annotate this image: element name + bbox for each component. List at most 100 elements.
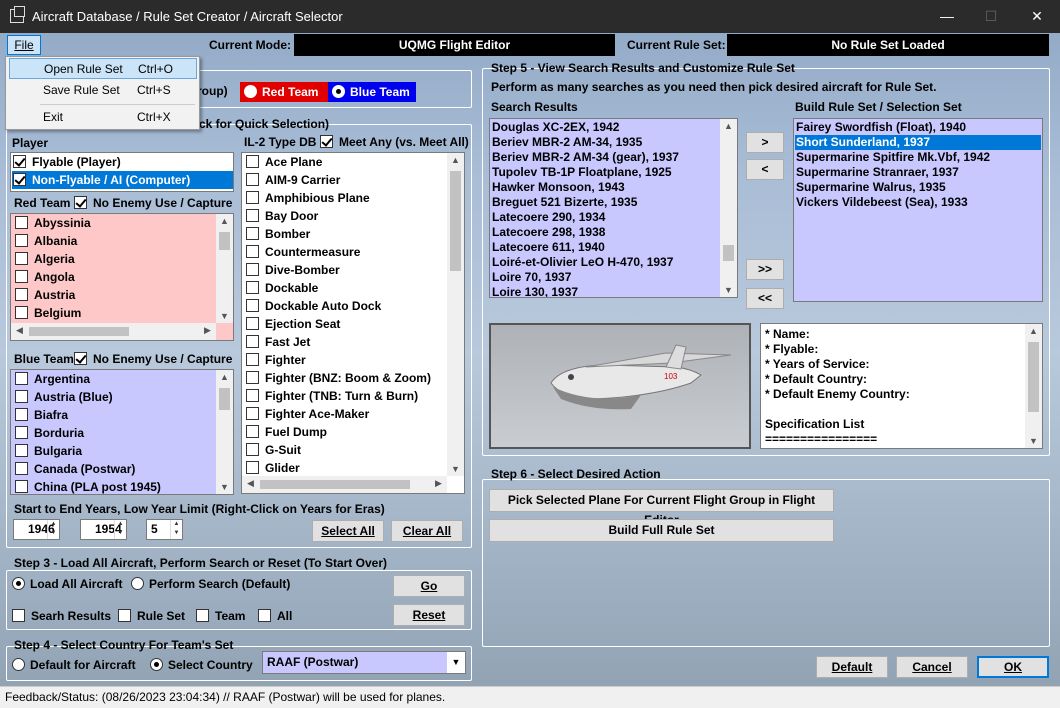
list-item[interactable]: Countermeasure (246, 243, 360, 261)
list-item[interactable]: Tupolev TB-1P Floatplane, 1925 (492, 165, 672, 180)
list-item[interactable]: Amphibious Plane (246, 189, 370, 207)
menu-item-open-rule-set[interactable]: Open Rule Set Ctrl+O (9, 58, 197, 79)
list-item[interactable]: Fighter (TNB: Turn & Burn) (246, 387, 418, 405)
meet-any-checkbox[interactable]: Meet Any (vs. Meet All) (320, 135, 469, 149)
list-item[interactable]: Bay Door (246, 207, 318, 225)
list-item[interactable]: Angola (15, 268, 75, 286)
year-limit-spinner[interactable]: 5 ▲ ▼ (146, 519, 183, 540)
list-item[interactable]: Dockable Auto Dock (246, 297, 381, 315)
rule-set-checkbox[interactable]: Rule Set (118, 609, 185, 623)
list-item[interactable]: Albania (15, 232, 77, 250)
list-item[interactable]: Austria (15, 286, 75, 304)
list-item[interactable]: Breguet 521 Bizerte, 1935 (492, 195, 637, 210)
list-item[interactable]: Borduria (15, 424, 84, 442)
close-button[interactable]: ✕ (1014, 0, 1060, 33)
search-results-list[interactable]: Douglas XC-2EX, 1942 Beriev MBR-2 AM-34,… (489, 118, 738, 298)
list-item[interactable]: AIM-9 Carrier (246, 171, 340, 189)
select-all-button[interactable]: Select All (312, 520, 384, 542)
list-item[interactable]: Algeria (15, 250, 75, 268)
list-item[interactable]: Canada (Postwar) (15, 460, 135, 478)
maximize-button[interactable]: ☐ (968, 0, 1014, 33)
list-item[interactable]: Hawker Monsoon, 1943 (492, 180, 625, 195)
list-item[interactable]: Loire 130, 1937 (492, 285, 578, 297)
search-results-checkbox[interactable]: Searh Results (12, 609, 111, 623)
build-rule-set-button[interactable]: Build Full Rule Set (489, 519, 834, 542)
list-item[interactable]: Loiré-et-Olivier LeO H-470, 1937 (492, 255, 673, 270)
list-item[interactable]: Ejection Seat (246, 315, 340, 333)
list-item[interactable]: Supermarine Stranraer, 1937 (796, 165, 959, 180)
list-item[interactable]: Abyssinia (15, 214, 91, 232)
player-item-ai[interactable]: Non-Flyable / AI (Computer) (12, 171, 233, 189)
menu-file[interactable]: File (7, 35, 41, 55)
list-item[interactable]: Beriev MBR-2 AM-34, 1935 (492, 135, 642, 150)
menu-item-exit[interactable]: Exit Ctrl+X (9, 107, 197, 128)
list-item[interactable]: Latecoere 611, 1940 (492, 240, 605, 255)
list-item[interactable]: Supermarine Spitfire Mk.Vbf, 1942 (796, 150, 990, 165)
list-item[interactable]: Fighter (246, 351, 306, 369)
list-item[interactable]: Fuel Dump (246, 423, 327, 441)
list-item[interactable]: Austria (Blue) (15, 388, 113, 406)
add-all-button[interactable]: >> (746, 259, 784, 280)
list-item[interactable]: Latecoere 290, 1934 (492, 210, 605, 225)
list-item[interactable]: Supermarine Walrus, 1935 (796, 180, 946, 195)
team-checkbox[interactable]: Team (196, 609, 245, 623)
blue-team-list[interactable]: Argentina Austria (Blue) Biafra Borduria… (10, 369, 234, 495)
list-item[interactable]: Biafra (15, 406, 68, 424)
search-results-vscroll[interactable]: ▲ ▼ (720, 119, 737, 297)
start-year-spinner[interactable]: 1946 ▲ ▼ (13, 519, 60, 540)
load-all-radio[interactable]: Load All Aircraft (12, 577, 122, 591)
list-item[interactable]: Fast Jet (246, 333, 310, 351)
list-item[interactable]: Latecoere 298, 1938 (492, 225, 605, 240)
list-item[interactable]: China (PLA post 1945) (15, 478, 161, 494)
select-country-radio[interactable]: Select Country (150, 658, 253, 672)
type-db-hscroll[interactable]: ◀ ▶ (242, 476, 447, 493)
blue-team-option[interactable]: Blue Team (328, 82, 416, 102)
ok-button[interactable]: OK (977, 656, 1049, 678)
menu-item-save-rule-set[interactable]: Save Rule Set Ctrl+S (9, 80, 197, 101)
minimize-button[interactable]: — (924, 0, 970, 33)
list-item[interactable]: Beriev MBR-2 AM-34 (gear), 1937 (492, 150, 679, 165)
all-checkbox[interactable]: All (258, 609, 292, 623)
default-aircraft-radio[interactable]: Default for Aircraft (12, 658, 136, 672)
list-item[interactable]: Belgium (15, 304, 81, 322)
red-team-vscroll[interactable]: ▲ ▼ (216, 214, 233, 323)
country-select[interactable]: RAAF (Postwar) ▼ (262, 651, 466, 674)
red-team-option[interactable]: Red Team (240, 82, 328, 102)
list-item-selected[interactable]: Short Sunderland, 1937 (795, 135, 1041, 150)
perform-search-radio[interactable]: Perform Search (Default) (131, 577, 290, 591)
pick-plane-button[interactable]: Pick Selected Plane For Current Flight G… (489, 489, 834, 527)
list-item[interactable]: Dive-Bomber (246, 261, 340, 279)
default-button[interactable]: Default (816, 656, 888, 678)
list-item[interactable]: Argentina (15, 370, 90, 388)
red-no-enemy-checkbox[interactable]: No Enemy Use / Capture (74, 196, 232, 210)
add-button[interactable]: > (746, 132, 784, 153)
reset-button[interactable]: Reset (393, 604, 465, 626)
clear-all-button[interactable]: Clear All (391, 520, 463, 542)
list-item[interactable]: G-Suit (246, 441, 301, 459)
go-button[interactable]: Go (393, 575, 465, 597)
list-item[interactable]: Bomber (246, 225, 310, 243)
red-team-list[interactable]: Abyssinia Albania Algeria Angola Austria… (10, 213, 234, 341)
cancel-button[interactable]: Cancel (896, 656, 968, 678)
blue-no-enemy-checkbox[interactable]: No Enemy Use / Capture (74, 352, 232, 366)
remove-all-button[interactable]: << (746, 288, 784, 309)
list-item[interactable]: Ace Plane (246, 153, 322, 171)
details-vscroll[interactable]: ▲ ▼ (1025, 324, 1042, 448)
end-year-spinner[interactable]: 1954 ▲ ▼ (80, 519, 127, 540)
blue-team-vscroll[interactable]: ▲ ▼ (216, 370, 233, 494)
rule-set-list[interactable]: Fairey Swordfish (Float), 1940 Short Sun… (793, 118, 1043, 302)
type-db-list[interactable]: Ace Plane AIM-9 Carrier Amphibious Plane… (241, 152, 465, 494)
list-item[interactable]: Douglas XC-2EX, 1942 (492, 120, 619, 135)
list-item[interactable]: Loire 70, 1937 (492, 270, 571, 285)
type-db-vscroll[interactable]: ▲ ▼ (447, 153, 464, 476)
list-item[interactable]: Fighter Ace-Maker (246, 405, 369, 423)
list-item[interactable]: Dockable (246, 279, 318, 297)
list-item[interactable]: Bulgaria (15, 442, 82, 460)
list-item[interactable]: Fairey Swordfish (Float), 1940 (796, 120, 966, 135)
list-item[interactable]: Vickers Vildebeest (Sea), 1933 (796, 195, 968, 210)
red-team-hscroll[interactable]: ◀ ▶ (11, 323, 216, 340)
list-item[interactable]: Glider (246, 459, 300, 477)
list-item[interactable]: Fighter (BNZ: Boom & Zoom) (246, 369, 431, 387)
chevron-down-icon[interactable]: ▼ (447, 652, 465, 673)
remove-button[interactable]: < (746, 159, 784, 180)
